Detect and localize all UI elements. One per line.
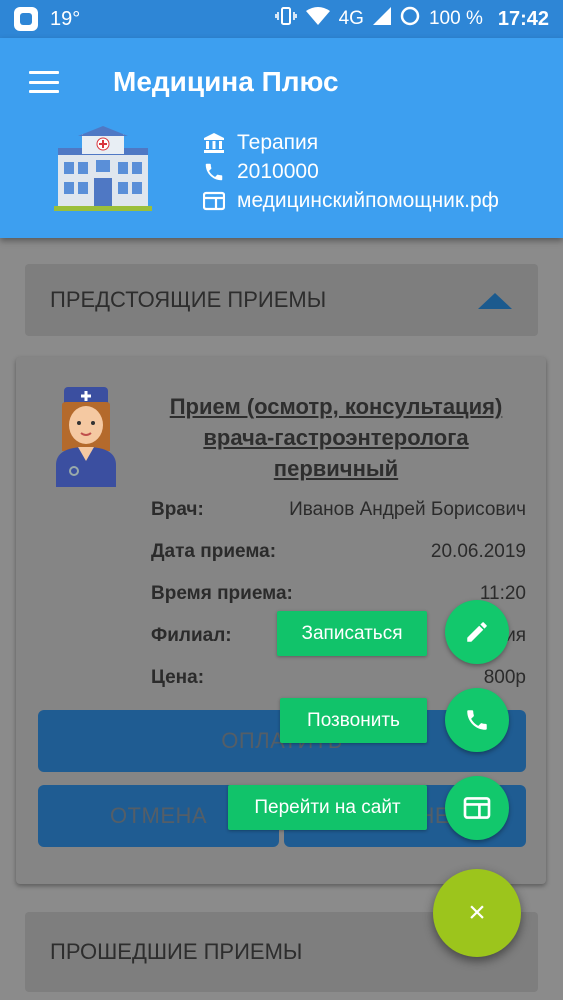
detail-label: Филиал: <box>151 625 232 646</box>
detail-row-date: Дата приема: 20.06.2019 <box>151 541 526 563</box>
appointment-title[interactable]: Прием (осмотр, консультация) врача-гастр… <box>144 391 528 484</box>
phone-row[interactable]: 2010000 <box>203 157 499 186</box>
phone-icon <box>467 710 487 730</box>
detail-row-doctor: Врач: Иванов Андрей Борисович <box>151 499 526 521</box>
detail-label: Цена: <box>151 667 205 688</box>
fab-close-button[interactable]: × <box>433 869 521 957</box>
clinic-info: Терапия 2010000 медицинскийпомощник.рф <box>203 128 499 215</box>
app-title: Медицина Плюс <box>113 66 339 97</box>
upcoming-appointments-toggle[interactable]: ПРЕДСТОЯЩИЕ ПРИЕМЫ <box>25 264 538 336</box>
website-text[interactable]: медицинскийпомощник.рф <box>237 189 499 213</box>
institution-icon <box>203 132 229 154</box>
notification-app-icon <box>14 7 38 31</box>
phone-icon <box>203 161 229 183</box>
temperature-text: 19° <box>50 7 81 30</box>
detail-value: 800р <box>483 667 526 688</box>
website-row[interactable]: медицинскийпомощник.рф <box>203 186 499 215</box>
battery-text: 100 % <box>428 8 483 29</box>
browser-icon <box>463 797 491 819</box>
fab-book-button[interactable] <box>445 600 509 664</box>
hospital-building-icon <box>54 126 152 211</box>
department-text: Терапия <box>237 130 319 154</box>
wifi-icon <box>305 7 330 31</box>
signal-icon <box>372 7 391 31</box>
close-icon: × <box>468 896 486 929</box>
chevron-up-icon <box>478 293 512 309</box>
fab-label-call[interactable]: Позвонить <box>280 698 427 743</box>
fab-label-website[interactable]: Перейти на сайт <box>228 785 427 830</box>
fab-label-book[interactable]: Записаться <box>277 611 427 656</box>
fab-website-button[interactable] <box>445 776 509 840</box>
pencil-icon <box>467 622 487 642</box>
past-section-label: ПРОШЕДШИЕ ПРИЕМЫ <box>50 939 303 964</box>
doctor-avatar <box>56 387 116 487</box>
detail-value: Иванов Андрей Борисович <box>289 499 526 520</box>
clock-text: 17:42 <box>497 7 549 30</box>
phone-text[interactable]: 2010000 <box>237 160 319 184</box>
detail-row-price: Цена: 800р <box>151 667 526 689</box>
browser-icon <box>203 191 229 211</box>
detail-value: 20.06.2019 <box>430 541 526 562</box>
upcoming-section-label: ПРЕДСТОЯЩИЕ ПРИЕМЫ <box>50 287 327 312</box>
network-type-text: 4G <box>338 8 364 29</box>
status-bar: 19° 4G 100 % 17:42 <box>0 0 563 38</box>
detail-label: Время приема: <box>151 583 293 604</box>
battery-ring-icon <box>400 6 420 32</box>
detail-label: Врач: <box>151 499 204 520</box>
vibrate-icon <box>274 7 297 31</box>
fab-call-button[interactable] <box>445 688 509 752</box>
detail-label: Дата приема: <box>151 541 277 562</box>
hamburger-icon[interactable] <box>29 71 59 93</box>
department-row: Терапия <box>203 128 499 157</box>
clinic-header: Медицина Плюс Терапия 2010000 медицински… <box>0 38 563 238</box>
